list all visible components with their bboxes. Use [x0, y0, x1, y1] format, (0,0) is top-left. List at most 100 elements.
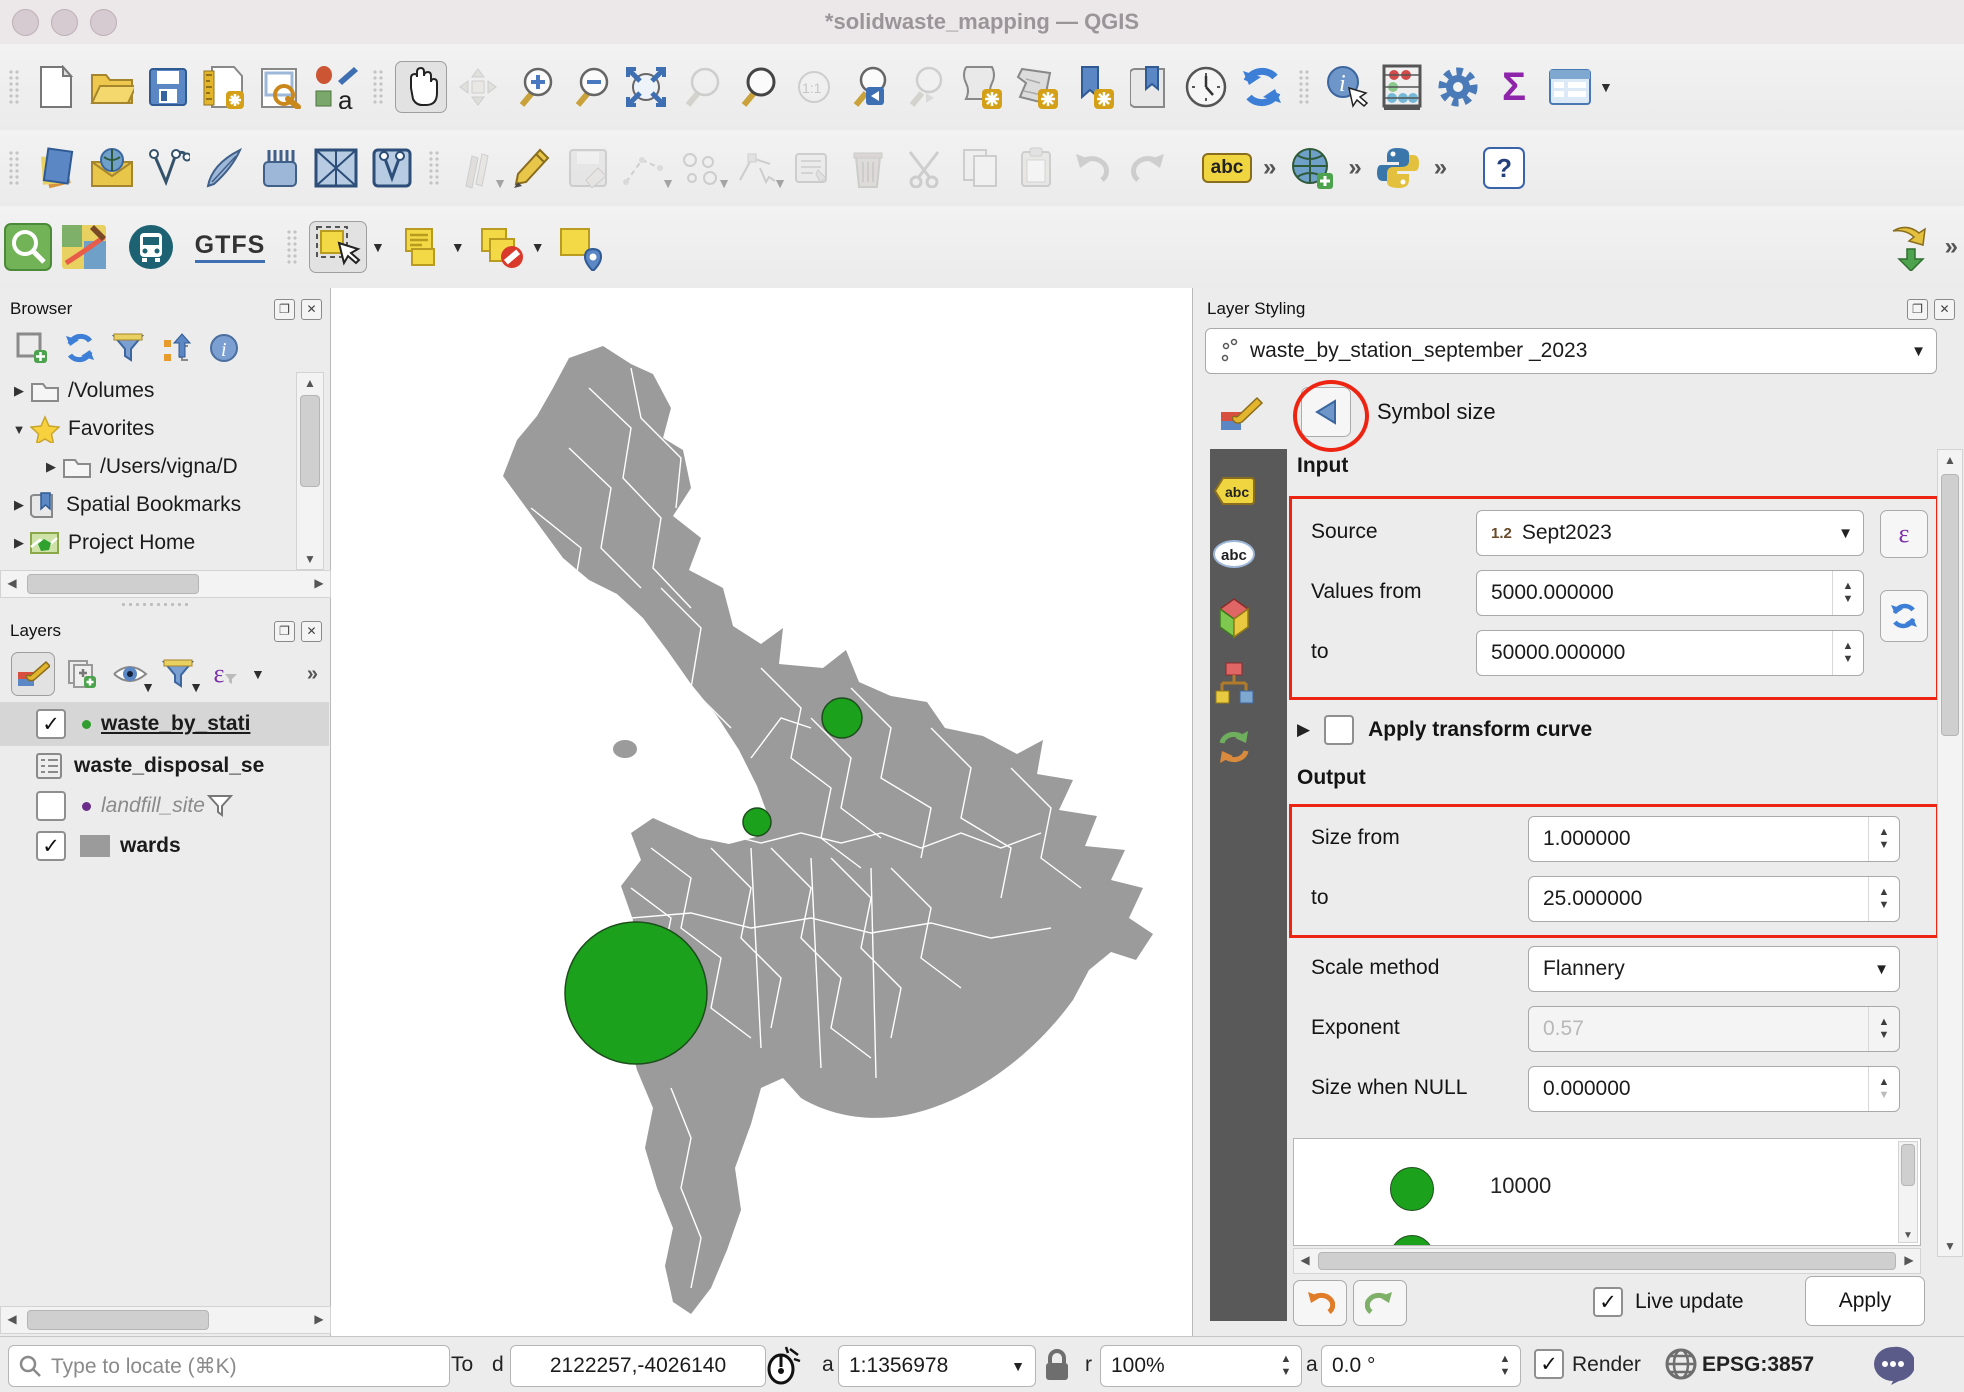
collapse-all-icon[interactable]	[155, 327, 197, 369]
crs-label[interactable]: EPSG:3857	[1702, 1353, 1814, 1377]
new-print-layout-icon[interactable]	[199, 62, 249, 112]
delete-selected-icon[interactable]	[843, 143, 893, 193]
spin-arrows[interactable]: ▲▼	[1868, 877, 1899, 921]
add-delimited-text-icon[interactable]	[255, 143, 305, 193]
expander-icon[interactable]: ▶	[8, 383, 30, 399]
map-canvas[interactable]	[331, 288, 1192, 1336]
mouse-tracking-icon[interactable]	[764, 1345, 802, 1390]
filter-legend-by-expression-icon[interactable]: ε	[205, 653, 247, 695]
expression-button[interactable]: ε	[1880, 510, 1928, 558]
toggle-editing-icon[interactable]	[507, 143, 557, 193]
locator-search-input[interactable]: Type to locate (⌘K)	[8, 1345, 450, 1387]
toolbar-handle[interactable]	[8, 150, 20, 186]
new-3d-map-view-icon[interactable]	[1013, 62, 1063, 112]
add-selected-layers-icon[interactable]	[11, 327, 53, 369]
float-panel-icon[interactable]: ❐	[1907, 299, 1928, 320]
callouts-tab-icon[interactable]: abc	[1210, 531, 1258, 579]
coordinate-box[interactable]: 2122257,-4026140	[510, 1345, 766, 1387]
browser-hscrollbar[interactable]: ◀ ▶	[0, 570, 331, 598]
toolbar-handle[interactable]	[372, 69, 384, 105]
values-from-spinbox[interactable]: 5000.000000 ▲▼	[1476, 570, 1864, 616]
identify-features-icon[interactable]: i	[1321, 62, 1371, 112]
open-attribute-table-icon[interactable]	[1545, 62, 1595, 112]
save-project-icon[interactable]	[143, 62, 193, 112]
new-raster-layer-icon[interactable]	[311, 143, 361, 193]
digitize-with-segment-icon[interactable]: ▼	[619, 143, 669, 193]
show-statistics-icon[interactable]: Σ	[1489, 62, 1539, 112]
float-panel-icon[interactable]: ❐	[274, 621, 295, 642]
source-combo[interactable]: 1.2 Sept2023 ▼	[1476, 510, 1864, 556]
expander-icon[interactable]: ▶	[1297, 720, 1310, 740]
refresh-browser-icon[interactable]	[59, 327, 101, 369]
filter-legend-icon[interactable]: ▼	[157, 653, 199, 695]
close-panel-icon[interactable]: ✕	[301, 621, 322, 642]
style-history-tab-icon[interactable]	[1210, 659, 1258, 707]
exponent-spinbox[interactable]: 0.57 ▲▼	[1528, 1006, 1900, 1052]
layer-select-combo[interactable]: waste_by_station_september _2023 ▼	[1205, 328, 1937, 374]
spin-arrows[interactable]: ▲▼	[1868, 817, 1899, 861]
undo-style-button[interactable]	[1293, 1280, 1347, 1326]
spin-arrows[interactable]: ▲▼	[1832, 571, 1863, 615]
toolbar-overflow[interactable]: »	[1434, 154, 1447, 182]
metasearch-icon[interactable]	[87, 143, 137, 193]
toolbar-handle[interactable]	[8, 69, 20, 105]
expander-icon[interactable]: ▶	[8, 535, 30, 551]
scale-combo[interactable]: 1:1356978 ▼	[838, 1345, 1036, 1387]
size-to-spinbox[interactable]: 25.000000 ▲▼	[1528, 876, 1900, 922]
layers-toolbar-overflow[interactable]: »	[307, 663, 318, 686]
add-vector-layer-icon[interactable]	[143, 143, 193, 193]
temporal-controller-icon[interactable]	[1181, 62, 1231, 112]
new-spatial-bookmark-icon[interactable]	[1069, 62, 1119, 112]
metasearch-globe-icon[interactable]	[1287, 143, 1337, 193]
deselect-features-icon[interactable]	[477, 222, 527, 272]
layer-row-waste-by-station[interactable]: ✓ waste_by_stati	[0, 702, 329, 746]
toolbar-overflow[interactable]: »	[1348, 154, 1361, 182]
new-shapefile-layer-icon[interactable]	[199, 143, 249, 193]
expander-icon[interactable]: ▶	[8, 497, 30, 513]
gtfs-loader-icon[interactable]: GTFS	[195, 222, 265, 272]
data-source-manager-icon[interactable]	[31, 143, 81, 193]
manage-map-themes-icon[interactable]: ▼	[109, 653, 151, 695]
crs-globe-icon[interactable]	[1664, 1347, 1698, 1386]
zoom-next-icon[interactable]	[901, 62, 951, 112]
zoom-out-icon[interactable]	[565, 62, 615, 112]
add-circular-string-icon[interactable]: ▼	[675, 143, 725, 193]
close-panel-icon[interactable]: ✕	[1934, 299, 1955, 320]
redo-icon[interactable]	[1123, 143, 1173, 193]
current-edits-icon[interactable]: ▼	[451, 143, 501, 193]
processing-history-icon[interactable]	[1884, 222, 1934, 272]
new-project-icon[interactable]	[31, 62, 81, 112]
modify-attributes-icon[interactable]	[787, 143, 837, 193]
panel-splitter[interactable]	[0, 596, 329, 610]
spin-arrows[interactable]: ▲▼	[1868, 1067, 1899, 1111]
vertex-tool-icon[interactable]: ▼	[731, 143, 781, 193]
browser-vscrollbar[interactable]: ▲ ▼	[296, 372, 324, 570]
apply-button[interactable]: Apply	[1805, 1276, 1925, 1326]
float-panel-icon[interactable]: ❐	[274, 299, 295, 320]
layer-row-wards[interactable]: ✓ wards	[0, 826, 329, 866]
cut-features-icon[interactable]	[899, 143, 949, 193]
open-project-icon[interactable]	[87, 62, 137, 112]
paste-features-icon[interactable]	[1011, 143, 1061, 193]
osm-place-search-icon[interactable]	[3, 222, 53, 272]
zoom-in-icon[interactable]	[509, 62, 559, 112]
statistical-summary-icon[interactable]	[1377, 62, 1427, 112]
pan-map-icon[interactable]	[395, 61, 447, 113]
render-checkbox[interactable]: ✓	[1534, 1349, 1564, 1379]
magnifier-spinbox[interactable]: 100% ▲▼	[1100, 1345, 1302, 1387]
size-from-spinbox[interactable]: 1.000000 ▲▼	[1528, 816, 1900, 862]
new-map-view-icon[interactable]	[957, 62, 1007, 112]
legend-hscrollbar[interactable]: ◀ ▶	[1293, 1248, 1921, 1274]
save-layer-edits-icon[interactable]	[563, 143, 613, 193]
transit-router-icon[interactable]	[126, 222, 176, 272]
zoom-full-icon[interactable]	[621, 62, 671, 112]
quickmap-services-icon[interactable]	[59, 222, 109, 272]
toolbar-handle[interactable]	[286, 229, 298, 265]
expander-icon[interactable]: ▼	[8, 422, 30, 437]
select-by-location-icon[interactable]	[557, 222, 607, 272]
toolbar-handle[interactable]	[428, 150, 440, 186]
select-by-form-icon[interactable]	[397, 222, 447, 272]
expander-icon[interactable]: ▶	[40, 459, 62, 475]
options-gear-icon[interactable]	[1433, 62, 1483, 112]
select-features-dropdown[interactable]: ▼	[371, 239, 385, 255]
